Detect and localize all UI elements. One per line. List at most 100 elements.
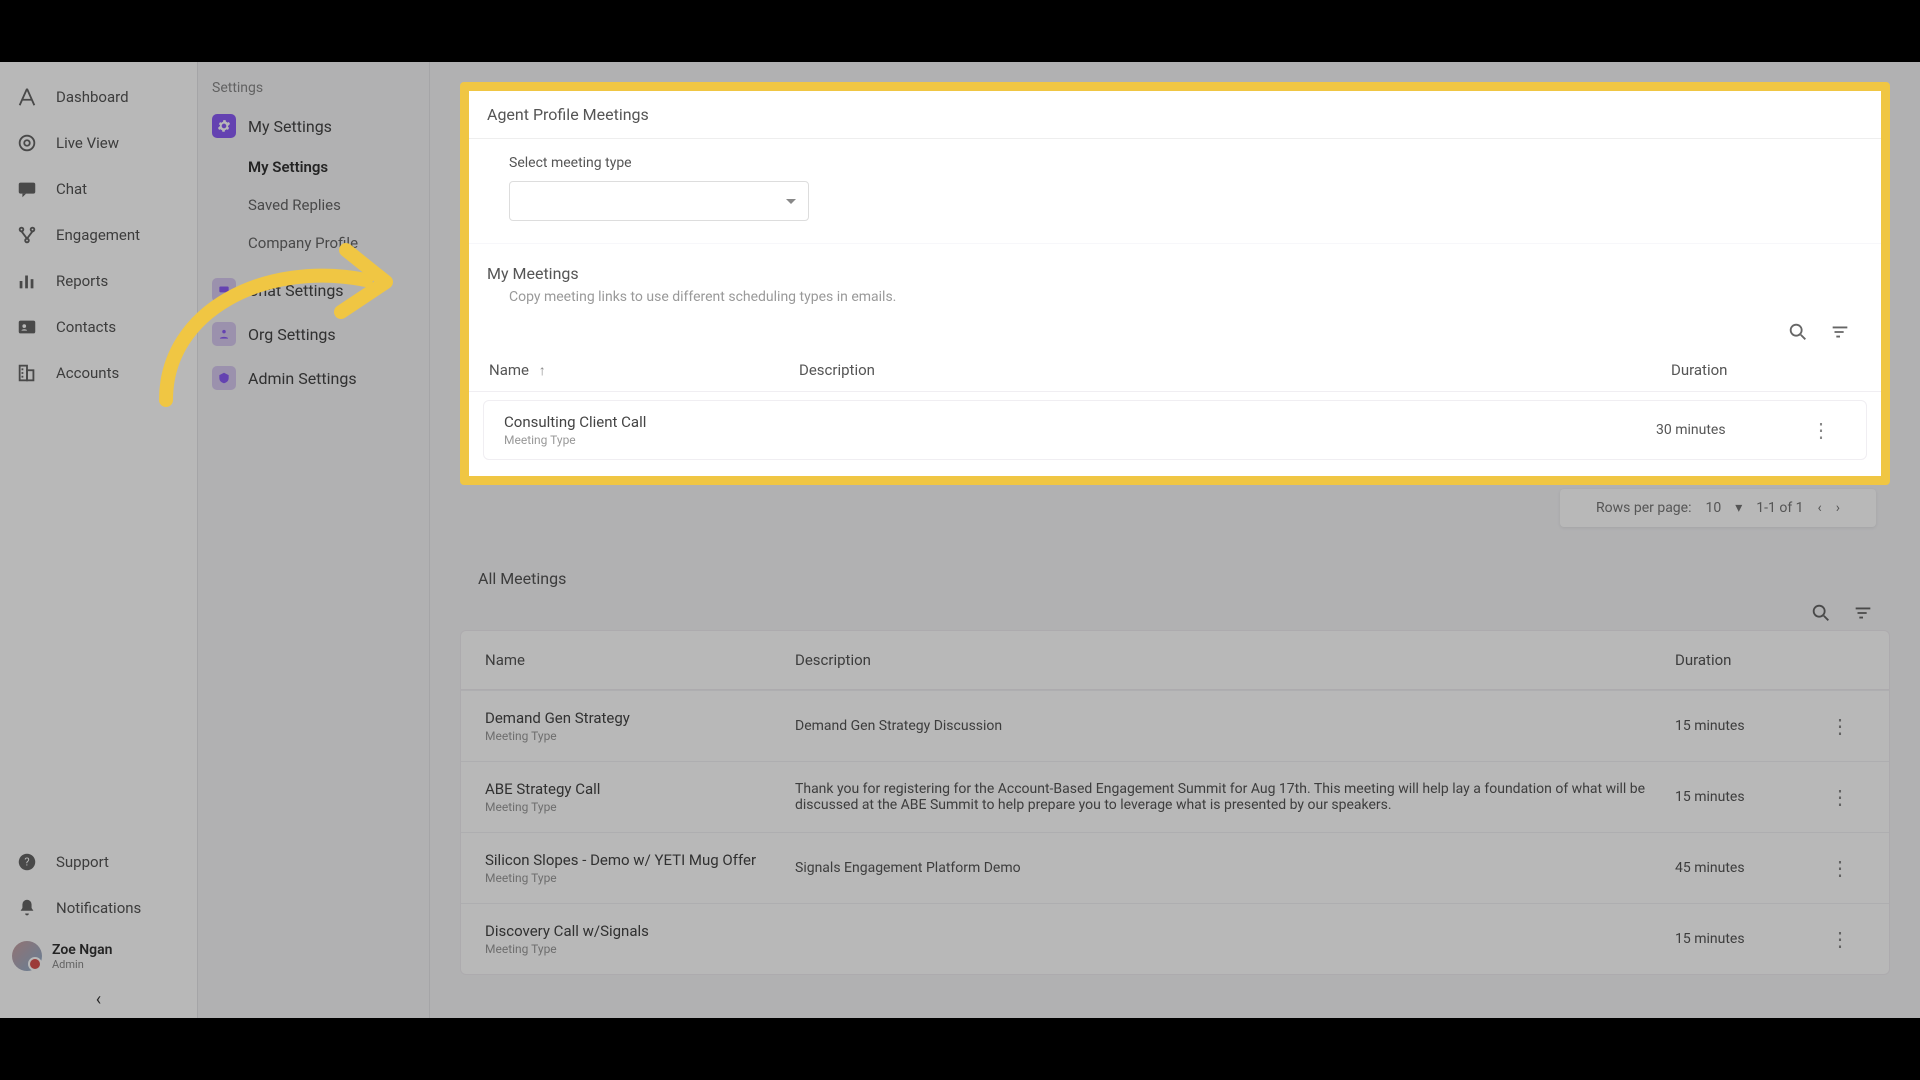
all-meetings-title: All Meetings	[460, 551, 1890, 596]
bar-chart-icon	[16, 270, 38, 292]
nav-label: Live View	[56, 134, 119, 152]
row-menu-icon[interactable]: ⋮	[1796, 418, 1846, 442]
svg-text:?: ?	[24, 856, 29, 869]
settings-group-org[interactable]: Org Settings	[212, 322, 415, 346]
row-name: Silicon Slopes - Demo w/ YETI Mug Offer	[485, 851, 795, 869]
highlighted-panel: Agent Profile Meetings Select meeting ty…	[460, 82, 1890, 485]
pagination[interactable]: Rows per page: 10 ▾ 1-1 of 1 ‹ ›	[1560, 489, 1876, 527]
nav-dashboard[interactable]: Dashboard	[0, 74, 197, 120]
settings-group-admin[interactable]: Admin Settings	[212, 366, 415, 390]
table-row[interactable]: Silicon Slopes - Demo w/ YETI Mug Offer …	[461, 832, 1889, 903]
row-duration: 15 minutes	[1675, 931, 1815, 947]
chevron-down-icon: ▾	[1735, 500, 1742, 516]
pager-prev-icon[interactable]: ‹	[1818, 500, 1822, 516]
nav-live-view[interactable]: Live View	[0, 120, 197, 166]
nav-label: Dashboard	[56, 88, 129, 106]
collapse-sidebar[interactable]: ‹	[0, 981, 197, 1018]
nav-reports[interactable]: Reports	[0, 258, 197, 304]
filter-icon[interactable]	[1829, 321, 1851, 343]
row-duration: 15 minutes	[1675, 789, 1815, 805]
row-name: Discovery Call w/Signals	[485, 922, 795, 940]
row-type: Meeting Type	[485, 800, 795, 814]
gear-icon	[212, 114, 236, 138]
row-menu-icon[interactable]: ⋮	[1815, 785, 1865, 809]
logo-icon	[16, 86, 38, 108]
nav-notifications[interactable]: Notifications	[0, 885, 197, 931]
main-content: Agent Profile Meetings Select meeting ty…	[430, 62, 1920, 1018]
search-icon[interactable]	[1810, 602, 1832, 624]
bell-icon	[16, 897, 38, 919]
row-description: Signals Engagement Platform Demo	[795, 860, 1675, 876]
my-meetings-header: Name ↑ Description Duration	[469, 349, 1881, 392]
user-profile[interactable]: Zoe Ngan Admin	[0, 931, 197, 981]
table-row[interactable]: Discovery Call w/Signals Meeting Type 15…	[461, 903, 1889, 974]
meeting-type-select[interactable]	[509, 181, 809, 221]
user-name: Zoe Ngan	[52, 942, 112, 958]
nav-label: Engagement	[56, 226, 140, 244]
group-label: Org Settings	[248, 325, 336, 344]
row-menu-icon[interactable]: ⋮	[1815, 856, 1865, 880]
letterbox-bottom	[0, 1018, 1920, 1080]
row-type: Meeting Type	[485, 729, 795, 743]
filter-icon[interactable]	[1852, 602, 1874, 624]
avatar	[12, 941, 42, 971]
card-title: Agent Profile Meetings	[469, 91, 1881, 139]
col-name[interactable]: Name	[485, 651, 795, 669]
nav-support[interactable]: ? Support	[0, 839, 197, 885]
letterbox-top	[0, 0, 1920, 62]
nav-accounts[interactable]: Accounts	[0, 350, 197, 396]
nav-label: Chat	[56, 180, 87, 198]
sub-company-profile[interactable]: Company Profile	[240, 224, 415, 262]
sub-saved-replies[interactable]: Saved Replies	[240, 186, 415, 224]
nav-label: Reports	[56, 272, 108, 290]
nav-chat[interactable]: Chat	[0, 166, 197, 212]
table-row[interactable]: Consulting Client Call Meeting Type 30 m…	[483, 400, 1867, 460]
all-meetings-section: All Meetings Name Description Duration	[460, 551, 1890, 975]
col-duration[interactable]: Duration	[1671, 361, 1811, 379]
all-meetings-table: Name Description Duration Demand Gen Str…	[460, 630, 1890, 975]
table-row[interactable]: Demand Gen Strategy Meeting Type Demand …	[461, 690, 1889, 761]
row-type: Meeting Type	[485, 871, 795, 885]
settings-group-chat[interactable]: Chat Settings	[212, 278, 415, 302]
nav-contacts[interactable]: Contacts	[0, 304, 197, 350]
contact-card-icon	[16, 316, 38, 338]
pager-range: 1-1 of 1	[1756, 500, 1803, 516]
nav-engagement[interactable]: Engagement	[0, 212, 197, 258]
table-row[interactable]: ABE Strategy Call Meeting Type Thank you…	[461, 761, 1889, 832]
nav-label: Contacts	[56, 318, 116, 336]
settings-panel: Settings My Settings My Settings Saved R…	[198, 62, 430, 1018]
col-description[interactable]: Description	[795, 651, 1675, 669]
user-role: Admin	[52, 958, 112, 971]
nav-label: Support	[56, 853, 109, 871]
row-duration: 45 minutes	[1675, 860, 1815, 876]
row-duration: 15 minutes	[1675, 718, 1815, 734]
agent-profile-card: Agent Profile Meetings Select meeting ty…	[469, 91, 1881, 243]
my-meetings-title: My Meetings	[469, 244, 1881, 289]
pager-next-icon[interactable]: ›	[1836, 500, 1840, 516]
pager-label: Rows per page:	[1596, 500, 1691, 516]
settings-title: Settings	[212, 80, 415, 96]
col-name[interactable]: Name ↑	[489, 361, 799, 379]
org-settings-icon	[212, 322, 236, 346]
search-icon[interactable]	[1787, 321, 1809, 343]
pager-size: 10	[1705, 500, 1721, 516]
sort-asc-icon: ↑	[539, 363, 546, 379]
select-meeting-type-label: Select meeting type	[509, 155, 1841, 171]
row-name: Consulting Client Call	[504, 413, 814, 431]
my-meetings-subtitle: Copy meeting links to use different sche…	[469, 289, 1881, 315]
sub-my-settings[interactable]: My Settings	[240, 148, 415, 186]
row-name: Demand Gen Strategy	[485, 709, 795, 727]
row-type: Meeting Type	[485, 942, 795, 956]
row-menu-icon[interactable]: ⋮	[1815, 714, 1865, 738]
branch-icon	[16, 224, 38, 246]
help-icon: ?	[16, 851, 38, 873]
col-duration[interactable]: Duration	[1675, 651, 1815, 669]
my-settings-sub-items: My Settings Saved Replies Company Profil…	[240, 148, 415, 262]
target-icon	[16, 132, 38, 154]
settings-group-my[interactable]: My Settings	[212, 114, 415, 138]
row-menu-icon[interactable]: ⋮	[1815, 927, 1865, 951]
col-description[interactable]: Description	[799, 361, 1671, 379]
building-icon	[16, 362, 38, 384]
row-description: Demand Gen Strategy Discussion	[795, 718, 1675, 734]
row-description: Thank you for registering for the Accoun…	[795, 781, 1675, 813]
